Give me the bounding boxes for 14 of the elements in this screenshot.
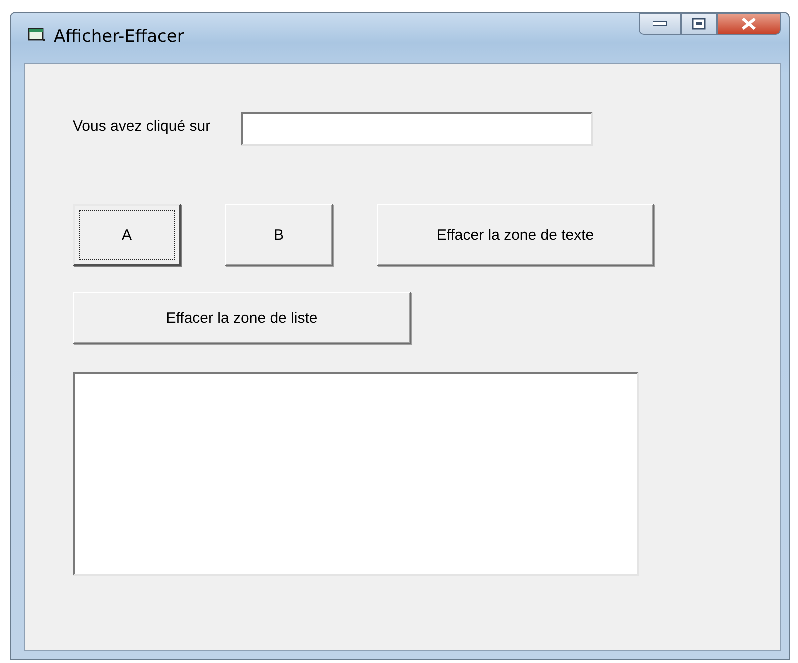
text-field[interactable]	[240, 112, 593, 146]
maximize-icon	[692, 18, 706, 30]
command-button[interactable]: A	[73, 204, 181, 266]
command-button[interactable]: B	[225, 204, 333, 266]
window-title: Afficher-Effacer	[54, 27, 184, 47]
minimize-button[interactable]	[639, 13, 681, 35]
close-button[interactable]	[717, 13, 781, 35]
minimize-icon	[653, 21, 667, 27]
command-button[interactable]: Effacer la zone de liste	[73, 292, 411, 344]
close-icon	[741, 17, 757, 31]
field-label: Vous avez cliqué sur	[73, 118, 211, 135]
command-button[interactable]: Effacer la zone de texte	[377, 204, 654, 266]
maximize-button[interactable]	[681, 13, 717, 35]
window-icon	[28, 27, 46, 43]
